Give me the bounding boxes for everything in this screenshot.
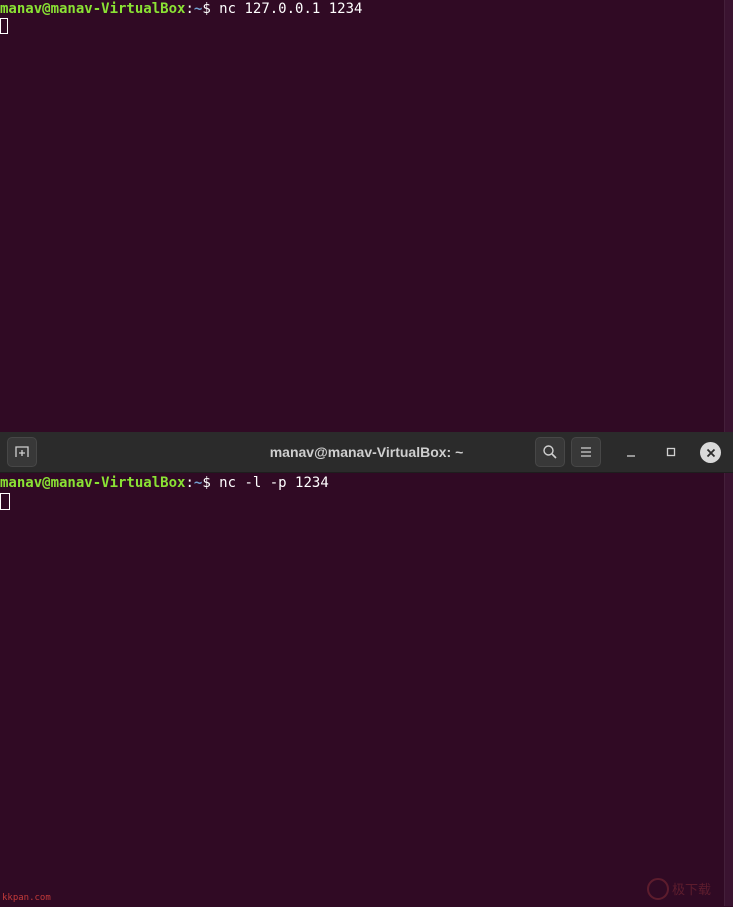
- prompt-dollar: $: [202, 475, 220, 491]
- text-cursor: [0, 18, 8, 34]
- bottom-prompt-line: manav@manav-VirtualBox:~$ nc -l -p 1234: [0, 475, 329, 492]
- watermark-logo-text: 极下载: [672, 883, 711, 898]
- prompt-dollar: $: [202, 1, 220, 17]
- watermark-logo-icon: 极下载: [647, 878, 711, 900]
- watermark-logo: 极下载: [646, 876, 726, 902]
- close-button[interactable]: [700, 442, 721, 463]
- search-button[interactable]: [535, 437, 565, 467]
- bottom-command-text: nc -l -p 1234: [219, 475, 329, 491]
- scrollbar[interactable]: [724, 473, 733, 906]
- new-tab-button[interactable]: [7, 437, 37, 467]
- new-tab-icon: [15, 446, 29, 457]
- prompt-separator: :: [185, 1, 194, 17]
- top-terminal-pane[interactable]: manav@manav-VirtualBox:~$ nc 127.0.0.1 1…: [0, 0, 733, 432]
- maximize-icon: [666, 447, 676, 457]
- search-icon: [543, 445, 557, 459]
- maximize-button[interactable]: [661, 442, 681, 462]
- top-prompt-line: manav@manav-VirtualBox:~$ nc 127.0.0.1 1…: [0, 1, 362, 18]
- prompt-user-host: manav@manav-VirtualBox: [0, 1, 186, 17]
- scrollbar[interactable]: [724, 0, 733, 432]
- text-cursor: [0, 493, 10, 510]
- window-titlebar[interactable]: manav@manav-VirtualBox: ~: [0, 432, 733, 473]
- close-icon: [706, 448, 715, 457]
- prompt-user-host: manav@manav-VirtualBox: [0, 475, 186, 491]
- bottom-terminal-pane[interactable]: manav@manav-VirtualBox:~$ nc -l -p 1234: [0, 473, 733, 906]
- top-command-text: nc 127.0.0.1 1234: [219, 1, 363, 17]
- minimize-button[interactable]: [621, 442, 641, 462]
- menu-button[interactable]: [571, 437, 601, 467]
- hamburger-menu-icon: [581, 447, 591, 457]
- watermark-text: kkpan.com: [2, 893, 51, 903]
- prompt-separator: :: [185, 475, 194, 491]
- minimize-icon: [627, 455, 635, 457]
